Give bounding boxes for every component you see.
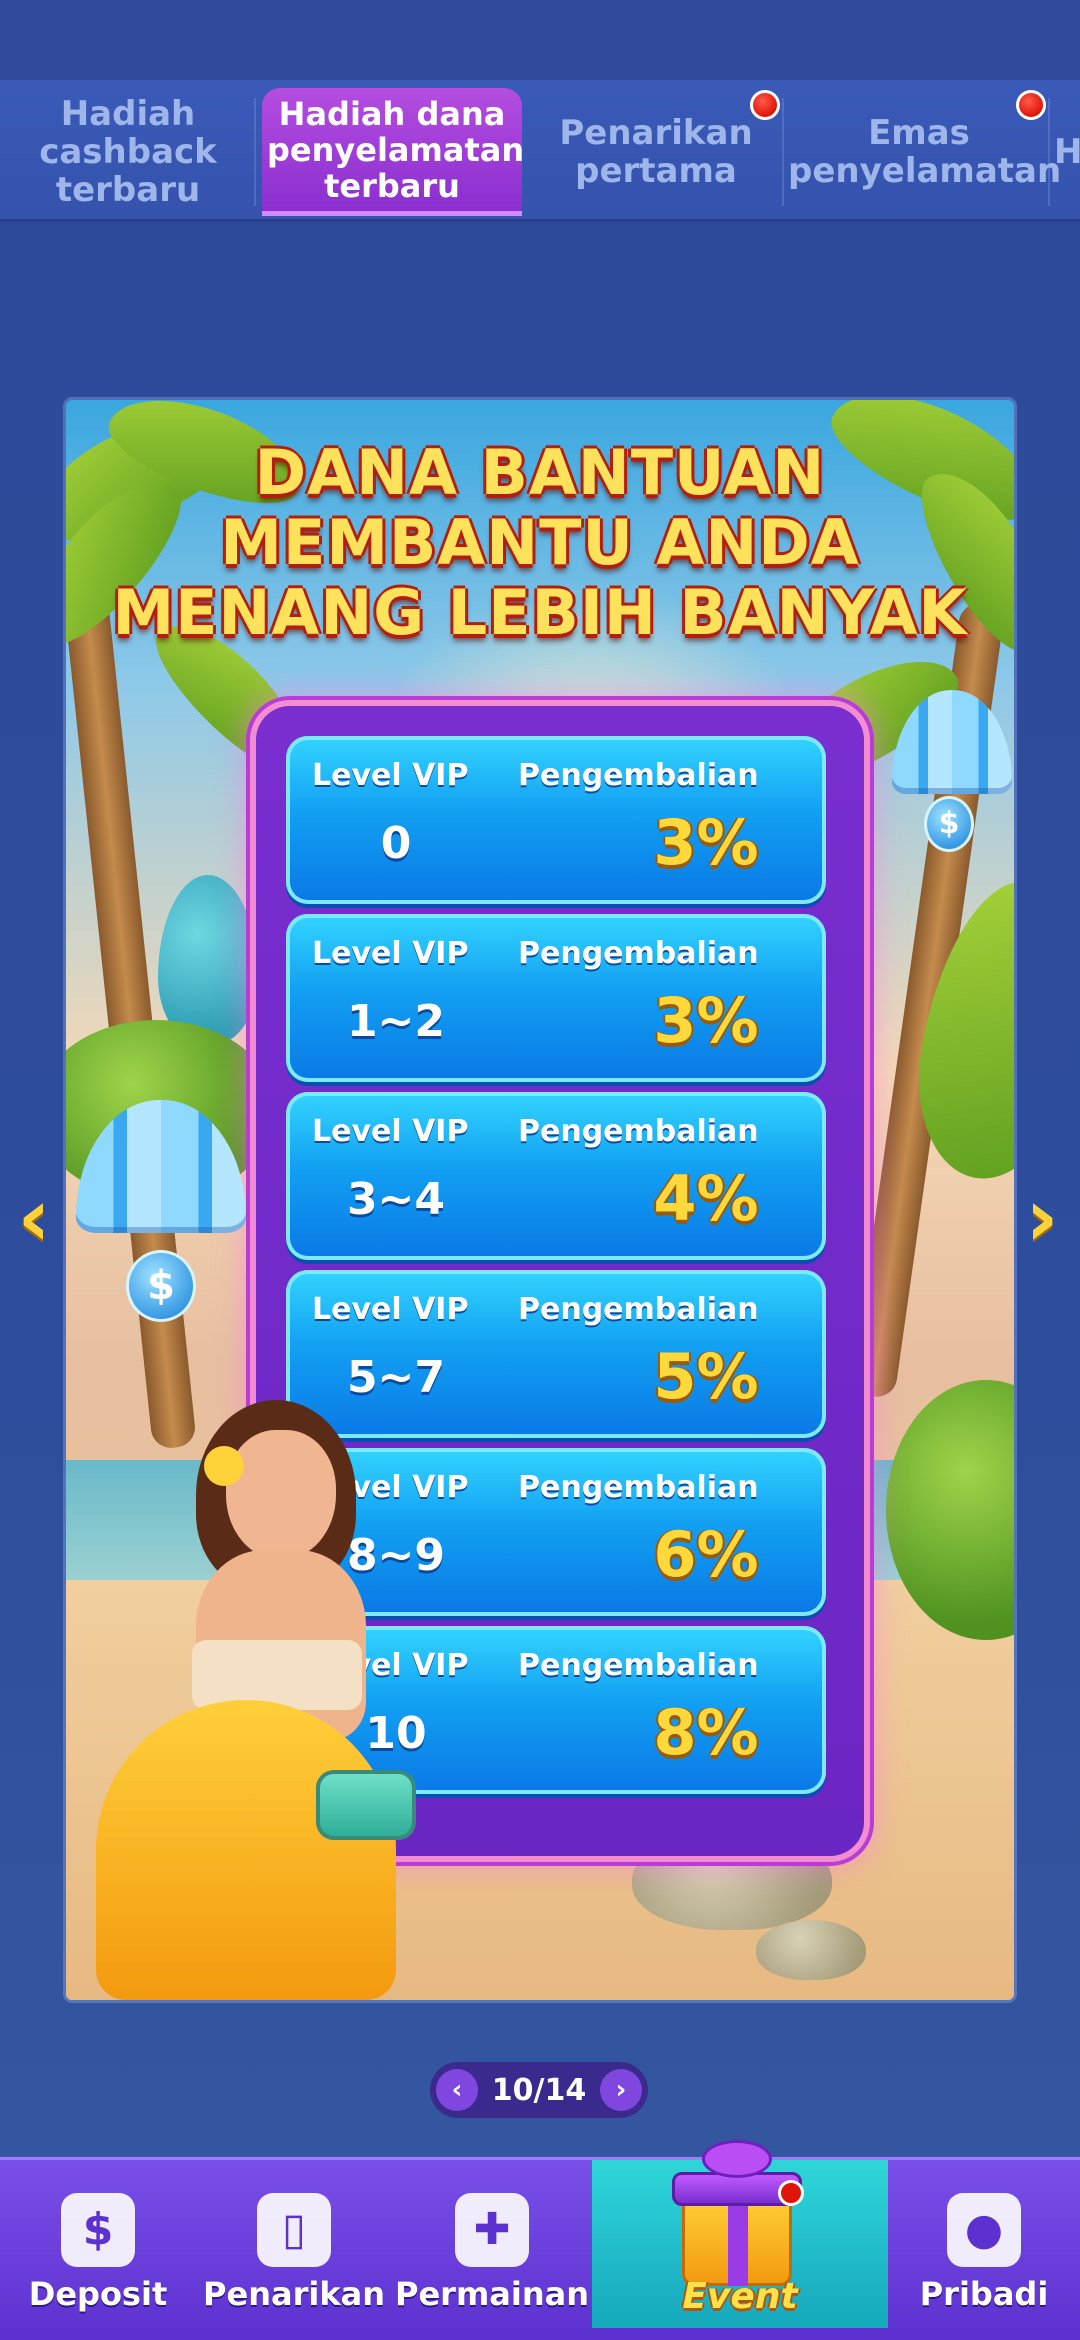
tab-rescue-gold[interactable]: Emas penyelamatan (788, 88, 1062, 216)
hair-flower (204, 1446, 244, 1486)
headline-line: MENANG LEBIH BANYAK (112, 576, 968, 649)
money-bag-icon: $ (61, 2193, 135, 2267)
gift-box-icon (662, 2140, 812, 2290)
tab-separator (1048, 98, 1050, 206)
vip-level-value: 5~7 (346, 1352, 446, 1403)
banner-headline: DANA BANTUAN MEMBANTU ANDA MENANG LEBIH … (66, 438, 1014, 648)
parachute-coin-icon: $ (76, 1100, 246, 1330)
promo-banner: DANA BANTUAN MEMBANTU ANDA MENANG LEBIH … (66, 400, 1014, 2000)
gesture-bar (0, 2328, 1080, 2340)
return-percent: 8% (653, 1696, 759, 1769)
character-girl (76, 1400, 406, 2000)
bottom-navigation: $ Deposit ▯ Penarikan ✚ Permainan Event … (0, 2140, 1080, 2340)
person-icon: ● (947, 2193, 1021, 2267)
return-label: Pengembalian (518, 1648, 759, 1683)
notification-dot (778, 2180, 804, 2206)
vip-level-value: 0 (380, 818, 412, 869)
next-banner-arrow-icon[interactable]: › (1012, 1168, 1072, 1268)
nav-games[interactable]: ✚ Permainan (392, 2160, 592, 2340)
nav-profile[interactable]: ● Pribadi (888, 2160, 1080, 2340)
parachute-canopy (76, 1100, 246, 1234)
pager-prev-button[interactable]: ‹ (436, 2069, 478, 2111)
headline-line: MEMBANTU ANDA (220, 506, 860, 579)
level-label: Level VIP (312, 1292, 469, 1327)
vip-row: Level VIP Pengembalian 0 3% (286, 736, 826, 904)
status-bar (0, 0, 1080, 80)
nav-label: Event (682, 2276, 798, 2317)
pager-count: 10/14 (491, 2072, 587, 2108)
banner-pager: ‹ 10/14 › (430, 2062, 648, 2118)
return-label: Pengembalian (518, 758, 759, 793)
tab-label: Hadiah dana penyelamatan terbaru (267, 94, 525, 205)
notification-dot (1016, 90, 1046, 120)
tab-label: Hadiah cashback terbaru (39, 94, 217, 210)
return-percent: 4% (653, 1162, 759, 1235)
nav-withdraw[interactable]: ▯ Penarikan (196, 2160, 392, 2340)
dollar-coin-icon: $ (126, 1250, 196, 1322)
return-percent: 3% (653, 806, 759, 879)
nav-label: Pribadi (919, 2275, 1049, 2313)
nav-label: Deposit (28, 2275, 168, 2313)
notification-dot (750, 90, 780, 120)
radio-icon (316, 1770, 416, 1840)
level-label: Level VIP (312, 1114, 469, 1149)
return-percent: 3% (653, 984, 759, 1057)
tab-separator (782, 98, 784, 206)
tab-first-withdrawal[interactable]: Penarikan pertama (528, 88, 784, 216)
return-percent: 6% (653, 1518, 759, 1591)
character-top (192, 1640, 362, 1710)
level-label: Level VIP (312, 936, 469, 971)
tab-partial[interactable]: H (1054, 88, 1080, 216)
vip-row: Level VIP Pengembalian 3~4 4% (286, 1092, 826, 1260)
tab-cashback[interactable]: Hadiah cashback terbaru (0, 88, 256, 216)
tab-label: H (1054, 132, 1080, 172)
return-label: Pengembalian (518, 1292, 759, 1327)
parachute-canopy (892, 690, 1012, 795)
nav-deposit[interactable]: $ Deposit (0, 2160, 196, 2340)
character-face (226, 1430, 336, 1560)
nav-label: Penarikan (203, 2275, 385, 2313)
prev-banner-arrow-icon[interactable]: ‹ (4, 1168, 64, 1268)
gamepad-icon: ✚ (455, 2193, 529, 2267)
gift-bow (702, 2140, 772, 2178)
wallet-icon: ▯ (257, 2193, 331, 2267)
return-label: Pengembalian (518, 1114, 759, 1149)
pager-next-button[interactable]: › (599, 2069, 642, 2111)
return-label: Pengembalian (518, 1470, 759, 1505)
return-percent: 5% (653, 1340, 759, 1413)
level-label: Level VIP (312, 758, 469, 793)
parachute-coin-icon: $ (892, 690, 1012, 870)
dollar-coin-icon: $ (924, 796, 974, 852)
vip-level-value: 1~2 (346, 996, 446, 1047)
nav-label: Permainan (395, 2275, 589, 2313)
character-skirt (96, 1700, 396, 2000)
headline-line: DANA BANTUAN (254, 436, 826, 509)
teal-rock (158, 875, 258, 1045)
tab-label: Emas penyelamatan (788, 113, 1062, 191)
tab-separator (254, 98, 256, 206)
nav-event[interactable]: Event (592, 2140, 888, 2340)
rock (756, 1920, 866, 1980)
tab-bar: Hadiah cashback terbaru Hadiah dana peny… (0, 80, 1080, 222)
tab-rescue-fund[interactable]: Hadiah dana penyelamatan terbaru (262, 88, 525, 216)
vip-row: Level VIP Pengembalian 1~2 3% (286, 914, 826, 1082)
return-label: Pengembalian (518, 936, 759, 971)
vip-level-value: 3~4 (346, 1174, 446, 1225)
tab-label: Penarikan pertama (559, 113, 753, 191)
